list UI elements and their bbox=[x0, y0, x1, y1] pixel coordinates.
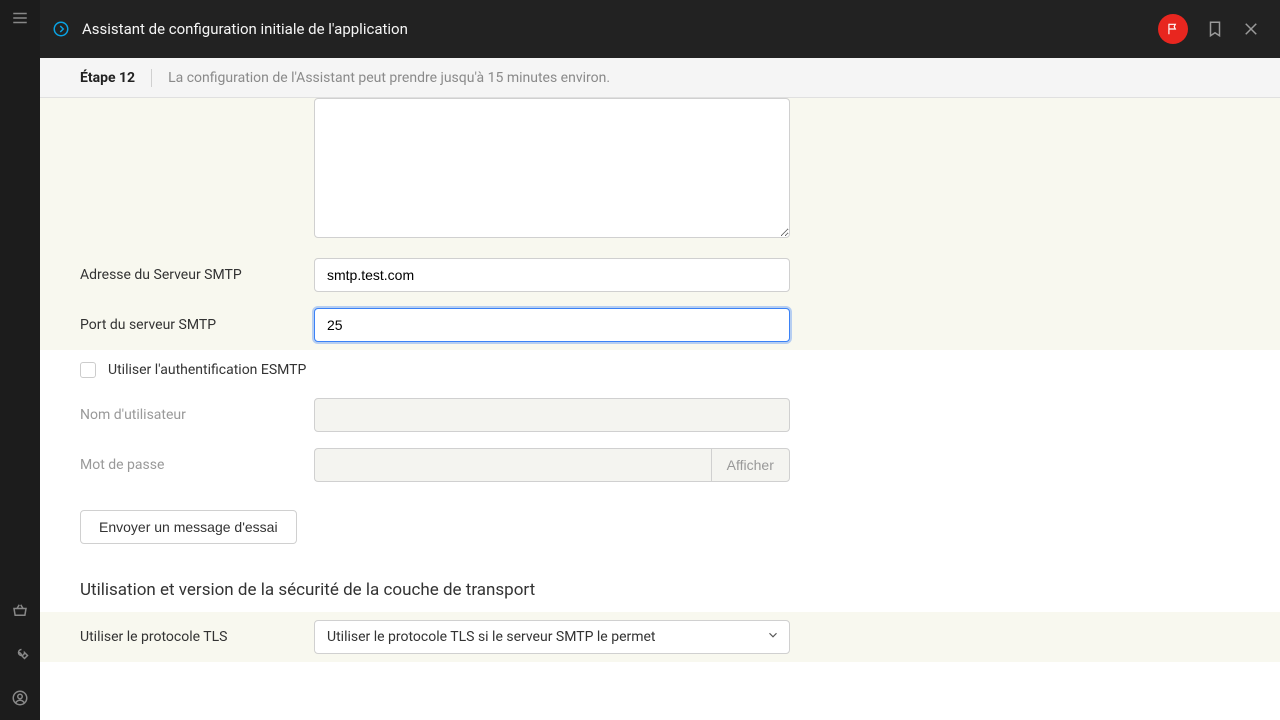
smtp-port-input[interactable] bbox=[314, 308, 790, 342]
wizard-icon bbox=[52, 20, 70, 38]
tls-select-value: Utiliser le protocole TLS si le serveur … bbox=[327, 629, 656, 645]
step-divider bbox=[151, 69, 152, 87]
step-bar: Étape 12 La configuration de l'Assistant… bbox=[40, 58, 1280, 98]
step-label: Étape 12 bbox=[80, 70, 135, 86]
password-input bbox=[314, 448, 711, 482]
page-title: Assistant de configuration initiale de l… bbox=[82, 20, 408, 38]
user-circle-icon[interactable] bbox=[10, 688, 30, 708]
content-area: Adresse du Serveur SMTP Port du serveur … bbox=[40, 98, 1280, 720]
smtp-server-label: Adresse du Serveur SMTP bbox=[80, 267, 314, 283]
menu-icon[interactable] bbox=[10, 8, 30, 28]
esmtp-label: Utiliser l'authentification ESMTP bbox=[108, 362, 306, 378]
send-test-button[interactable]: Envoyer un message d'essai bbox=[80, 510, 297, 544]
smtp-port-label: Port du serveur SMTP bbox=[80, 317, 314, 333]
show-password-button: Afficher bbox=[711, 448, 790, 482]
username-label: Nom d'utilisateur bbox=[80, 407, 314, 423]
esmtp-checkbox[interactable] bbox=[80, 362, 96, 378]
flag-badge[interactable] bbox=[1158, 14, 1188, 44]
tls-label: Utiliser le protocole TLS bbox=[80, 629, 314, 645]
left-sidebar bbox=[0, 0, 40, 720]
footer-buttons: Précédent Suivant bbox=[40, 702, 1280, 720]
username-input bbox=[314, 398, 790, 432]
basket-icon[interactable] bbox=[10, 600, 30, 620]
smtp-server-input[interactable] bbox=[314, 258, 790, 292]
bookmark-icon[interactable] bbox=[1206, 20, 1224, 38]
wrench-icon[interactable] bbox=[10, 644, 30, 664]
tls-section-title: Utilisation et version de la sécurité de… bbox=[80, 580, 1240, 600]
close-icon[interactable] bbox=[1242, 20, 1260, 38]
password-label: Mot de passe bbox=[80, 457, 314, 473]
tls-select[interactable]: Utiliser le protocole TLS si le serveur … bbox=[314, 620, 790, 654]
step-note: La configuration de l'Assistant peut pre… bbox=[168, 70, 610, 86]
message-textarea[interactable] bbox=[314, 98, 790, 238]
title-bar: Assistant de configuration initiale de l… bbox=[40, 0, 1280, 58]
